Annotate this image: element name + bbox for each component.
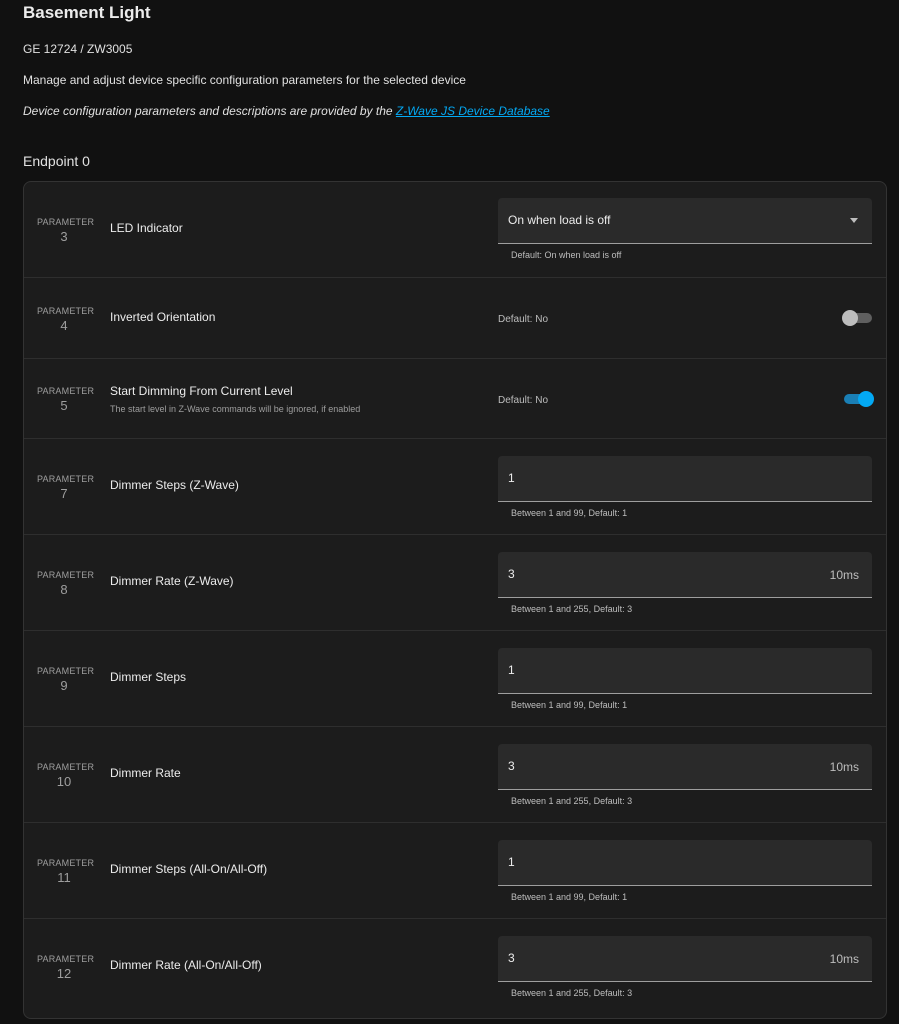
input-suffix: 10ms <box>829 760 859 774</box>
credit-text: Device configuration parameters and desc… <box>23 104 396 118</box>
param-label: Start Dimming From Current Level <box>110 384 293 398</box>
param-helper: Between 1 and 255, Default: 3 <box>511 604 633 614</box>
param-label: Dimmer Steps <box>110 670 187 684</box>
param-helper: Default: No <box>498 314 549 325</box>
input-value: 1 <box>508 471 515 485</box>
input-suffix: 10ms <box>829 568 859 582</box>
param-caption: PARAMETER <box>37 306 95 316</box>
param-helper: Between 1 and 99, Default: 1 <box>511 508 628 518</box>
param-label: Dimmer Steps (Z-Wave) <box>110 478 239 492</box>
led-indicator-select[interactable]: On when load is off <box>498 198 872 244</box>
param-helper: Between 1 and 255, Default: 3 <box>511 988 633 998</box>
dimmer-rate-all-input[interactable]: 3 10ms <box>498 936 872 982</box>
page-title: Basement Light <box>23 3 151 22</box>
param-label: Inverted Orientation <box>110 310 216 324</box>
param-row-4: PARAMETER 4 Inverted Orientation Default… <box>24 278 886 359</box>
param-helper: Between 1 and 99, Default: 1 <box>511 892 628 902</box>
param-row-11: PARAMETER 11 Dimmer Steps (All-On/All-Of… <box>24 823 886 919</box>
toggle-thumb <box>842 310 858 326</box>
param-number: 12 <box>56 966 72 981</box>
param-description: The start level in Z-Wave commands will … <box>110 404 361 414</box>
param-caption: PARAMETER <box>37 570 95 580</box>
dimmer-rate-zwave-input[interactable]: 3 10ms <box>498 552 872 598</box>
param-caption: PARAMETER <box>37 762 95 772</box>
param-helper: Between 1 and 99, Default: 1 <box>511 700 628 710</box>
param-number: 5 <box>60 398 68 413</box>
param-number: 7 <box>60 486 68 501</box>
input-value: 1 <box>508 663 515 677</box>
dimmer-steps-zwave-input[interactable]: 1 <box>498 456 872 502</box>
input-value: 3 <box>508 759 515 773</box>
parameters-card: PARAMETER 3 LED Indicator On when load i… <box>23 181 887 1019</box>
param-label: LED Indicator <box>110 221 183 235</box>
param-number: 10 <box>56 774 72 789</box>
start-dimming-toggle[interactable] <box>842 388 874 410</box>
chevron-down-icon[interactable] <box>850 218 858 223</box>
param-row-10: PARAMETER 10 Dimmer Rate 3 10ms Between … <box>24 727 886 823</box>
param-helper: Default: On when load is off <box>511 250 622 260</box>
param-label: Dimmer Rate (Z-Wave) <box>110 574 234 588</box>
param-row-8: PARAMETER 8 Dimmer Rate (Z-Wave) 3 10ms … <box>24 535 886 631</box>
zwave-database-link[interactable]: Z-Wave JS Device Database <box>396 104 550 118</box>
param-number: 8 <box>60 582 68 597</box>
param-caption: PARAMETER <box>37 217 95 227</box>
dimmer-rate-input[interactable]: 3 10ms <box>498 744 872 790</box>
param-number: 11 <box>57 870 71 885</box>
database-credit: Device configuration parameters and desc… <box>23 104 876 118</box>
param-helper: Default: No <box>498 395 549 406</box>
page-description: Manage and adjust device specific config… <box>23 73 466 87</box>
param-number: 3 <box>60 229 68 244</box>
select-value: On when load is off <box>508 213 611 227</box>
input-suffix: 10ms <box>829 952 859 966</box>
param-row-12: PARAMETER 12 Dimmer Rate (All-On/All-Off… <box>24 919 886 1018</box>
param-row-9: PARAMETER 9 Dimmer Steps 1 Between 1 and… <box>24 631 886 727</box>
param-helper: Between 1 and 255, Default: 3 <box>511 796 633 806</box>
param-caption: PARAMETER <box>37 858 95 868</box>
param-label: Dimmer Steps (All-On/All-Off) <box>110 862 268 876</box>
param-label: Dimmer Rate (All-On/All-Off) <box>110 958 262 972</box>
param-row-7: PARAMETER 7 Dimmer Steps (Z-Wave) 1 Betw… <box>24 439 886 535</box>
param-number: 9 <box>60 678 68 693</box>
input-value: 3 <box>508 567 515 581</box>
param-caption: PARAMETER <box>37 666 95 676</box>
param-label: Dimmer Rate <box>110 766 181 780</box>
dimmer-steps-all-input[interactable]: 1 <box>498 840 872 886</box>
param-row-5: PARAMETER 5 Start Dimming From Current L… <box>24 359 886 439</box>
param-row-3: PARAMETER 3 LED Indicator On when load i… <box>24 182 886 278</box>
input-value: 3 <box>508 951 515 965</box>
toggle-thumb <box>858 391 874 407</box>
param-number: 4 <box>60 318 68 333</box>
endpoint-heading: Endpoint 0 <box>23 153 90 169</box>
param-caption: PARAMETER <box>37 474 95 484</box>
param-caption: PARAMETER <box>37 954 95 964</box>
inverted-orientation-toggle[interactable] <box>842 307 874 329</box>
device-model: GE 12724 / ZW3005 <box>23 42 133 56</box>
dimmer-steps-input[interactable]: 1 <box>498 648 872 694</box>
param-caption: PARAMETER <box>37 386 95 396</box>
input-value: 1 <box>508 855 515 869</box>
